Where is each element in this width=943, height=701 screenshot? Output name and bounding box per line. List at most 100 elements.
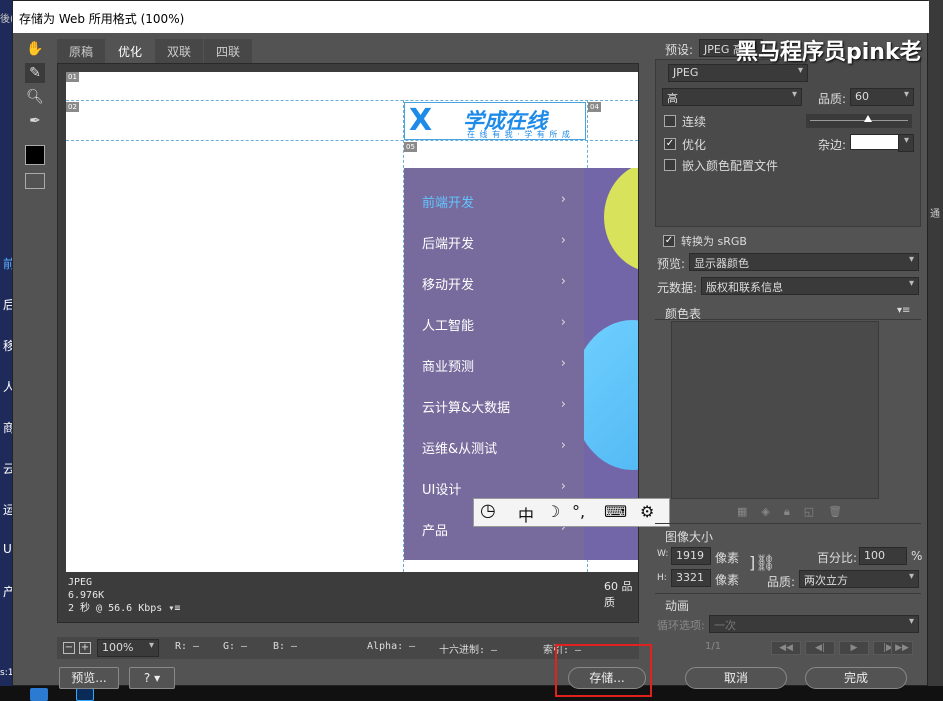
progressive-checkbox[interactable] <box>664 115 676 127</box>
alpha-readout: Alpha: — <box>367 641 416 652</box>
cancel-button[interactable]: 取消 <box>685 667 787 689</box>
preview-label: 预览: <box>657 257 686 271</box>
resample-select[interactable]: 两次立方 ▾ <box>799 570 919 588</box>
format-select[interactable]: JPEG ▾ <box>668 64 808 82</box>
zoom-in-button[interactable]: + <box>79 642 91 654</box>
ime-logo-icon[interactable]: ◷ <box>480 500 496 521</box>
browser-select[interactable]: ? ▾ <box>129 667 175 689</box>
optimized-label: 优化 <box>682 138 707 152</box>
divider <box>655 523 921 524</box>
height-input[interactable]: 3321 <box>671 569 711 587</box>
annotation-highlight <box>555 644 652 697</box>
slice-tag[interactable]: 04 <box>588 102 601 112</box>
format-text: JPEG <box>68 577 93 588</box>
color-table-grid <box>671 321 879 499</box>
zoom-out-button[interactable]: − <box>63 642 75 654</box>
convert-srgb-checkbox[interactable]: ✓ <box>663 235 675 247</box>
image-size-title: 图像大小 <box>665 530 714 544</box>
logo-mark: X <box>409 103 433 138</box>
b-readout: B: — <box>273 641 298 652</box>
ime-toolbar[interactable]: ◷ 中 ☽ °, ⌨ ⚙ <box>473 498 670 527</box>
width-input[interactable]: 1919 <box>671 547 711 565</box>
zoom-tool-icon[interactable]: 🔍︎ <box>25 87 45 107</box>
zoom-select[interactable]: 100% ▾ <box>97 639 159 657</box>
tab-4-up[interactable]: 四联 <box>204 39 253 63</box>
quality-level-select[interactable]: 高 ▾ <box>662 88 802 106</box>
metadata-select[interactable]: 版权和联系信息 ▾ <box>701 277 919 295</box>
first-frame-button[interactable]: ◀◀ <box>771 641 801 655</box>
loop-select[interactable]: 一次 ▾ <box>709 615 919 633</box>
slider-thumb[interactable] <box>864 115 872 122</box>
toggle-slices-icon[interactable] <box>25 173 45 189</box>
height-label: H: <box>657 573 667 583</box>
percent-unit: % <box>911 549 923 563</box>
info-menu-icon[interactable]: ▾≡ <box>168 603 180 614</box>
progressive-label: 连续 <box>682 115 707 129</box>
divider <box>655 593 921 594</box>
matte-color-swatch[interactable] <box>850 134 900 150</box>
animation-title: 动画 <box>665 599 690 613</box>
photoshop-icon[interactable] <box>76 688 94 701</box>
slice-tag[interactable]: 01 <box>66 72 79 82</box>
watermark-text: 黑马程序员pink老 <box>736 40 922 65</box>
matte-label: 杂边: <box>818 138 847 152</box>
menu-item: 后端开发 › <box>422 233 566 252</box>
background-app-right <box>928 0 943 701</box>
resample-label: 品质: <box>767 575 796 589</box>
quality-slider[interactable] <box>806 114 912 128</box>
last-frame-button[interactable]: ▶▶ <box>891 641 913 655</box>
slice-tag[interactable]: 05 <box>404 142 417 152</box>
download-time-text: 2 秒 @ 56.6 Kbps <box>68 603 163 614</box>
slice-select-tool-icon[interactable]: ✎ <box>25 63 45 83</box>
embed-profile-checkbox[interactable] <box>664 159 676 171</box>
eyedropper-tool-icon[interactable]: ✒ <box>25 111 45 131</box>
r-readout: R: — <box>175 641 200 652</box>
preview-select[interactable]: 显示器颜色 ▾ <box>689 253 919 271</box>
preview-button[interactable]: 预览... <box>59 667 119 689</box>
menu-item: 云计算&大数据 › <box>422 397 566 416</box>
tab-2-up[interactable]: 双联 <box>155 39 204 63</box>
percent-label: 百分比: <box>817 551 858 565</box>
optimization-info: JPEG 6.976K 2 秒 @ 56.6 Kbps ▾≡ <box>68 576 180 615</box>
title-bar: 存储为 Web 所用格式 (100%) <box>13 1 929 33</box>
tab-optimized[interactable]: 优化 <box>106 39 155 63</box>
done-button[interactable]: 完成 <box>805 667 907 689</box>
color-table-menu-icon[interactable]: ▾≡ <box>897 305 910 316</box>
banner-circle <box>584 320 638 470</box>
gear-icon[interactable]: ⚙ <box>640 502 654 521</box>
constrain-link-icon[interactable]: ]⛓ <box>749 553 776 572</box>
optimized-checkbox[interactable]: ✓ <box>664 138 676 150</box>
filesize-text: 6.976K <box>68 590 105 601</box>
slider-track <box>810 120 908 121</box>
quality-input[interactable]: 60 ▾ <box>850 88 914 106</box>
hand-tool-icon[interactable]: ✋ <box>25 39 45 59</box>
frame-counter: 1/1 <box>705 641 722 652</box>
vscode-icon[interactable] <box>30 688 48 701</box>
height-unit: 像素 <box>715 573 740 587</box>
color-table-tools[interactable]: ▦◈🔒︎◱🗑︎ <box>737 505 856 519</box>
divider <box>655 319 921 320</box>
punctuation-icon[interactable]: °, <box>572 502 585 521</box>
logo: X 学成在线 在 线 有 我 · 学 有 所 成 <box>404 102 586 140</box>
menu-item: UI设计 › <box>422 479 566 498</box>
loop-label: 循环选项: <box>657 619 705 632</box>
ime-mode-toggle[interactable]: 中 <box>518 502 534 526</box>
moon-icon[interactable]: ☽ <box>546 502 560 521</box>
image-canvas[interactable]: 01 02 03 04 05 X 学成在线 在 线 有 我 · 学 有 所 成 … <box>66 72 638 572</box>
slice-tag[interactable]: 02 <box>66 102 79 112</box>
prev-frame-button[interactable]: ◀| <box>805 641 835 655</box>
eyedropper-color-swatch[interactable] <box>25 145 45 165</box>
logo-slogan: 在 线 有 我 · 学 有 所 成 <box>467 130 571 139</box>
help-icon: ? <box>143 671 151 685</box>
keyboard-icon[interactable]: ⌨ <box>604 502 627 521</box>
preset-label: 预设: <box>665 43 694 57</box>
play-button[interactable]: ▶ <box>839 641 869 655</box>
matte-dropdown[interactable]: ▾ <box>898 134 914 152</box>
percent-input[interactable]: 100 <box>859 547 907 565</box>
width-label: W: <box>657 549 669 559</box>
bg-label: U <box>3 542 12 556</box>
banner-circle <box>604 168 638 272</box>
convert-srgb-label: 转换为 sRGB <box>681 235 747 248</box>
menu-item: 人工智能 › <box>422 315 566 334</box>
tab-original[interactable]: 原稿 <box>57 39 106 63</box>
